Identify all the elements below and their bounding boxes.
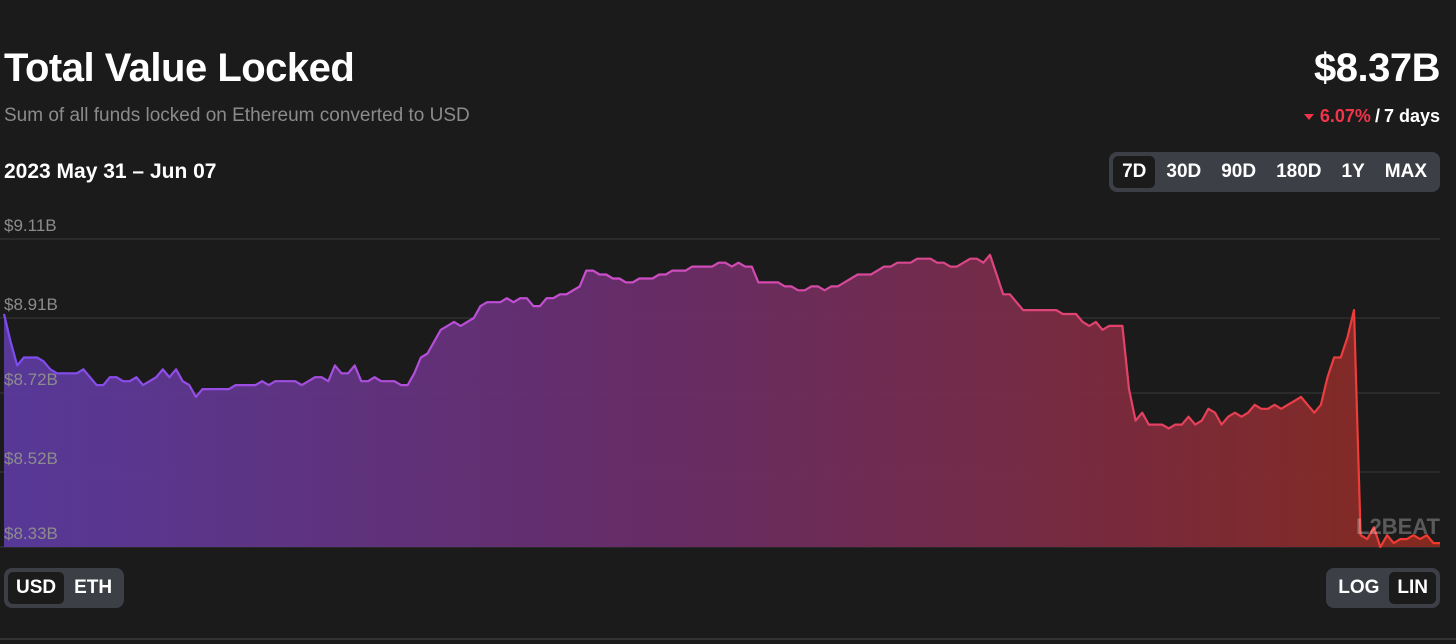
l2beat-watermark: L2BEAT: [1356, 514, 1440, 539]
currency-selector: USD ETH: [4, 568, 125, 608]
range-max-button[interactable]: MAX: [1376, 156, 1436, 188]
usd-button[interactable]: USD: [8, 572, 65, 604]
tvl-change: 6.07% / 7 days: [1303, 106, 1440, 127]
bottom-divider: [0, 638, 1456, 640]
page-subtitle: Sum of all funds locked on Ethereum conv…: [4, 105, 470, 126]
tvl-area: [4, 254, 1440, 548]
y-tick-label: $8.33B: [4, 524, 58, 543]
range-1y-button[interactable]: 1Y: [1333, 156, 1374, 188]
range-90d-button[interactable]: 90D: [1212, 156, 1265, 188]
range-30d-button[interactable]: 30D: [1157, 156, 1210, 188]
tvl-total-value: $8.37B: [1314, 46, 1440, 90]
lin-scale-button[interactable]: LIN: [1389, 572, 1436, 604]
change-percent: 6.07%: [1319, 106, 1371, 126]
change-period: 7 days: [1383, 106, 1440, 126]
y-tick-label: $8.91B: [4, 295, 58, 314]
time-range-selector: 7D 30D 90D 180D 1Y MAX: [1109, 152, 1440, 192]
range-180d-button[interactable]: 180D: [1267, 156, 1330, 188]
y-tick-label: $8.52B: [4, 449, 58, 468]
log-scale-button[interactable]: LOG: [1330, 572, 1387, 604]
change-separator: /: [1374, 106, 1380, 126]
triangle-down-icon: [1303, 113, 1314, 120]
tvl-chart[interactable]: $9.11B $8.91B $8.72B $8.52B $8.33B L2BEAT: [0, 200, 1456, 550]
scale-selector: LOG LIN: [1326, 568, 1440, 608]
range-7d-button[interactable]: 7D: [1113, 156, 1156, 188]
date-range: 2023 May 31 – Jun 07: [4, 160, 217, 183]
y-tick-label: $8.72B: [4, 370, 58, 389]
tvl-page: Total Value Locked Sum of all funds lock…: [0, 0, 1456, 644]
eth-button[interactable]: ETH: [66, 572, 120, 604]
page-title: Total Value Locked: [4, 46, 355, 90]
y-tick-label: $9.11B: [4, 216, 57, 235]
